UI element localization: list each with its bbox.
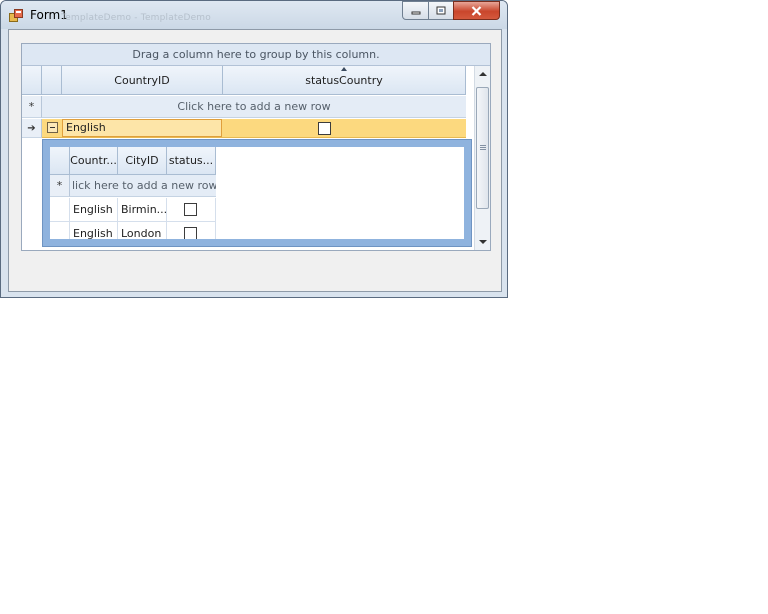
app-icon <box>9 9 23 22</box>
detail-add-new-row[interactable]: lick here to add a new row <box>70 175 216 197</box>
cell-country-text: English <box>73 203 113 216</box>
add-new-row-text: Click here to add a new row <box>177 100 331 113</box>
scroll-down-icon[interactable] <box>479 240 487 244</box>
grip-line <box>480 149 486 150</box>
current-row-indicator: ➔ <box>22 119 42 138</box>
detail-grid: Countr... CityID status... * lick here t… <box>50 147 464 239</box>
header-expand-column <box>42 66 62 95</box>
detail-column-header-cityid[interactable]: CityID <box>118 147 167 175</box>
scroll-up-icon[interactable] <box>479 72 487 76</box>
detail-row-indicator <box>50 198 70 222</box>
add-new-row-text: lick here to add a new row <box>72 179 216 192</box>
collapse-icon[interactable] <box>47 122 58 133</box>
table-row-cell[interactable]: Birmin... <box>118 198 167 222</box>
asterisk-icon: * <box>28 100 35 113</box>
column-header-label: CityID <box>125 154 159 167</box>
new-row-indicator: * <box>22 96 42 118</box>
header-row-indicator <box>22 66 42 95</box>
column-header-label: status... <box>168 154 214 167</box>
statuscountry-checkbox[interactable] <box>318 122 331 135</box>
column-header-statuscountry[interactable]: statusCountry <box>223 66 466 95</box>
detail-grid-frame: Countr... CityID status... * lick here t… <box>42 139 472 247</box>
title-ghost-text: TemplateDemo - TemplateDemo <box>61 13 211 23</box>
table-row-cell[interactable]: English <box>70 222 118 239</box>
minimize-button[interactable] <box>402 1 429 20</box>
master-grid: Drag a column here to group by this colu… <box>21 43 491 251</box>
scrollbar-thumb[interactable] <box>476 87 489 209</box>
cell-city-text: London <box>121 227 162 239</box>
close-button[interactable] <box>453 1 500 20</box>
minimize-icon <box>411 11 420 14</box>
detail-row-indicator <box>50 222 70 239</box>
maximize-button[interactable] <box>428 1 454 20</box>
close-icon <box>471 5 482 16</box>
column-header-label: Countr... <box>70 154 117 167</box>
add-new-row[interactable]: Click here to add a new row <box>42 96 466 118</box>
maximize-icon <box>436 6 446 15</box>
status-checkbox[interactable] <box>184 203 197 216</box>
title-bar[interactable]: Form1 TemplateDemo - TemplateDemo <box>1 1 507 29</box>
group-panel-text: Drag a column here to group by this colu… <box>132 48 380 61</box>
table-row-cell <box>167 198 216 222</box>
grip-line <box>480 147 486 148</box>
table-row-cell <box>167 222 216 239</box>
group-by-panel[interactable]: Drag a column here to group by this colu… <box>22 44 490 66</box>
arrow-right-icon: ➔ <box>27 122 36 134</box>
client-area: Drag a column here to group by this colu… <box>8 29 502 292</box>
cell-countryid-text: English <box>66 121 106 134</box>
status-checkbox[interactable] <box>184 227 197 239</box>
table-row-cell[interactable]: English <box>70 198 118 222</box>
cell-countryid[interactable]: English <box>62 119 222 137</box>
table-row-cell[interactable]: London <box>118 222 167 239</box>
detail-column-header-status[interactable]: status... <box>167 147 216 175</box>
cell-city-text: Birmin... <box>121 203 167 216</box>
detail-header-row-indicator <box>50 147 70 175</box>
vertical-scrollbar[interactable] <box>474 66 490 250</box>
asterisk-icon: * <box>56 179 63 192</box>
detail-new-row-indicator: * <box>50 175 70 197</box>
cell-country-text: English <box>73 227 113 239</box>
column-header-label: statusCountry <box>305 73 383 87</box>
column-header-label: CountryID <box>114 73 170 87</box>
column-header-countryid[interactable]: CountryID <box>62 66 223 95</box>
table-row-selected[interactable]: English <box>42 119 466 138</box>
grip-line <box>480 145 486 146</box>
detail-column-header-country[interactable]: Countr... <box>70 147 118 175</box>
sort-ascending-icon <box>341 67 347 71</box>
form1-window: Form1 TemplateDemo - TemplateDemo Drag a… <box>0 0 508 298</box>
